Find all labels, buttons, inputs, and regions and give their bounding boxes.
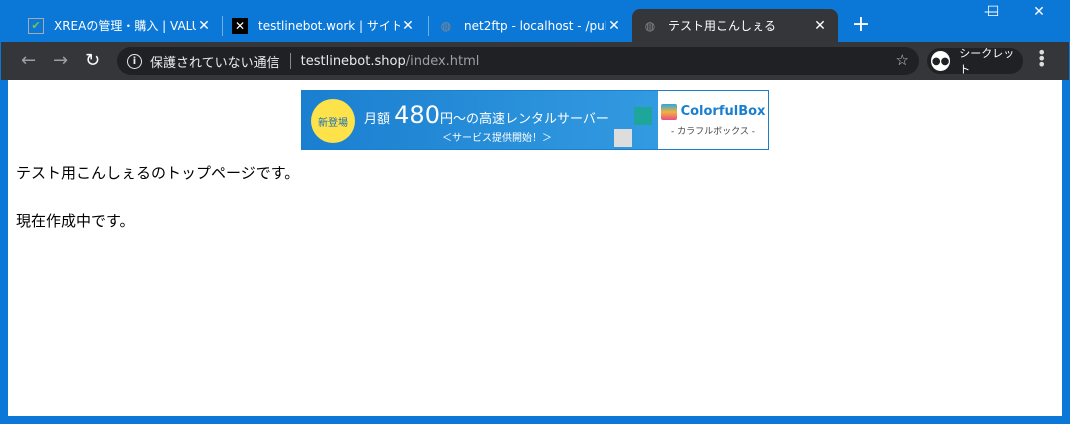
close-tab-icon[interactable]: ✕ (196, 18, 212, 34)
ad-banner[interactable]: 新登場 月額 480円～の高速レンタルサーバー ＜サービス提供開始！＞ Colo… (301, 90, 769, 150)
title-bar: ✔ XREAの管理・購入 | VALUE- ✕ ✕ testlinebot.wo… (0, 0, 1070, 42)
x-logo-icon: ✕ (232, 17, 248, 34)
tab-testlinebot-work[interactable]: ✕ testlinebot.work | サイト詳細 ✕ (222, 9, 426, 42)
brand-kana: - カラフルボックス - (671, 126, 755, 137)
incognito-label: シークレット (959, 47, 1015, 76)
cube-icon (614, 129, 632, 147)
tab-title: テスト用こんしぇる (668, 19, 777, 33)
security-label: 保護されていない通信 (150, 55, 280, 71)
banner-brand: ColorfulBox - カラフルボックス - (658, 91, 768, 149)
banner-headline: 月額 480円～の高速レンタルサーバー (364, 101, 609, 129)
close-tab-icon[interactable]: ✕ (400, 18, 416, 34)
forward-button[interactable]: → (53, 50, 68, 71)
banner-suffix: 円～の高速レンタルサーバー (439, 112, 609, 127)
intro-text: テスト用こんしぇるのトップページです。 (16, 164, 300, 182)
banner-price: 480 (394, 101, 440, 129)
status-text: 現在作成中です。 (16, 212, 135, 230)
checkmark-icon: ✔ (28, 17, 44, 34)
globe-icon: ◍ (644, 18, 656, 33)
colorfulbox-logo-icon (660, 103, 677, 120)
close-window-button[interactable]: ✕ (1016, 4, 1062, 20)
incognito-icon: ●● (931, 51, 951, 71)
tab-xrea[interactable]: ✔ XREAの管理・購入 | VALUE- ✕ (18, 9, 222, 42)
back-button[interactable]: ← (21, 50, 36, 71)
address-bar[interactable]: i 保護されていない通信 testlinebot.shop/index.html… (117, 47, 919, 75)
banner-badge: 新登場 (311, 99, 355, 143)
reload-button[interactable]: ↻ (85, 50, 100, 71)
tab-title: net2ftp - localhost - /public (464, 18, 606, 33)
cube-icon (634, 107, 652, 125)
menu-icon[interactable]: • • • (1037, 45, 1046, 73)
divider (289, 53, 291, 69)
info-icon[interactable]: i (127, 53, 142, 69)
incognito-indicator[interactable]: ●● シークレット (927, 47, 1023, 76)
maximize-button[interactable]: ☐ (970, 4, 1016, 20)
url-path: /index.html (405, 53, 480, 69)
banner-main: 新登場 月額 480円～の高速レンタルサーバー ＜サービス提供開始！＞ (302, 91, 658, 149)
toolbar: ← → ↻ i 保護されていない通信 testlinebot.shop/inde… (1, 42, 1069, 80)
url-host: testlinebot.shop (300, 53, 406, 69)
banner-subtitle: ＜サービス提供開始！＞ (442, 133, 552, 144)
tab-title: testlinebot.work | サイト詳細 (258, 19, 400, 33)
brand-name: ColorfulBox (680, 104, 766, 119)
page-content: 新登場 月額 480円～の高速レンタルサーバー ＜サービス提供開始！＞ Colo… (8, 80, 1062, 416)
bookmark-star-icon[interactable]: ☆ (896, 51, 909, 69)
new-tab-button[interactable]: + (850, 12, 872, 37)
banner-prefix: 月額 (364, 112, 391, 127)
globe-icon: ◍ (440, 18, 452, 33)
tab-net2ftp[interactable]: ◍ net2ftp - localhost - /public ✕ (428, 9, 632, 42)
tab-title: XREAの管理・購入 | VALUE- (54, 19, 196, 33)
close-tab-icon[interactable]: ✕ (606, 18, 622, 34)
tab-active[interactable]: ◍ テスト用こんしぇる ✕ (632, 9, 838, 42)
close-tab-icon[interactable]: ✕ (812, 18, 828, 34)
